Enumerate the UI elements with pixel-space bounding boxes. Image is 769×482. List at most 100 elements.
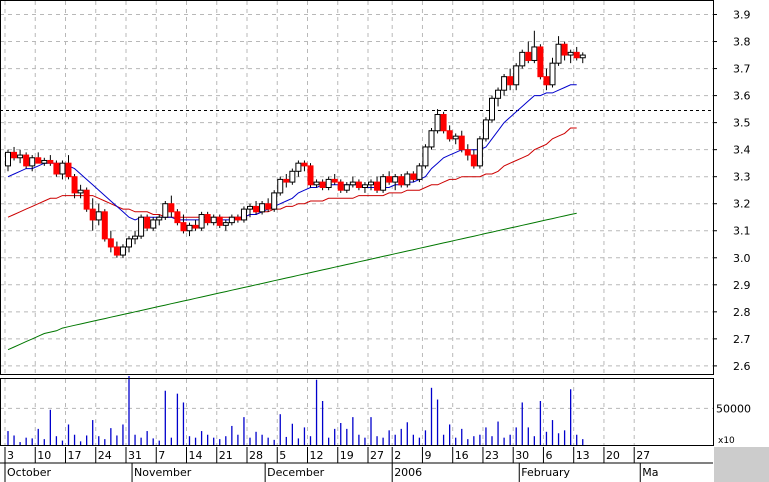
- candle: [162, 201, 169, 220]
- volume-multiplier-label: x10: [718, 436, 735, 446]
- date-tick-label: 16: [455, 449, 469, 462]
- date-tick-label: 31: [128, 449, 142, 462]
- candle-body: [561, 43, 568, 56]
- date-tick-label: 7: [158, 449, 165, 462]
- candle: [41, 157, 48, 166]
- candle: [476, 136, 483, 169]
- candle: [374, 176, 381, 193]
- candle-body: [277, 178, 284, 194]
- candle-body: [5, 151, 11, 167]
- candle: [428, 128, 435, 150]
- candle-body: [247, 205, 253, 210]
- candle: [561, 41, 568, 61]
- candle: [216, 214, 223, 229]
- candle-body: [144, 216, 151, 229]
- candle-body: [543, 76, 550, 86]
- price-tick-label: 2.7: [733, 333, 751, 346]
- candle-body: [374, 181, 381, 191]
- candle: [240, 206, 247, 223]
- date-tick-label: 3: [7, 449, 14, 462]
- candle-body: [507, 76, 514, 86]
- candle: [482, 117, 489, 142]
- candle: [253, 201, 260, 215]
- candle-body: [537, 46, 544, 78]
- candle: [47, 155, 54, 166]
- candle: [434, 109, 441, 134]
- candle: [144, 214, 151, 231]
- candle-body: [41, 159, 48, 164]
- candle: [307, 163, 314, 188]
- candle: [470, 149, 477, 169]
- date-tick-label: 20: [606, 449, 620, 462]
- candle-body: [440, 114, 447, 132]
- month-label: December: [267, 466, 325, 479]
- candle-body: [204, 214, 211, 224]
- candle-body: [132, 235, 139, 240]
- candle-body: [434, 114, 441, 132]
- candle-body: [89, 208, 96, 221]
- candle-body: [349, 181, 356, 186]
- candle-body: [11, 151, 18, 159]
- candle: [368, 179, 374, 191]
- date-tick-label: 6: [545, 449, 552, 462]
- candle: [132, 230, 139, 245]
- candle: [126, 236, 132, 253]
- price-tick-label: 3.4: [733, 144, 751, 157]
- candle-body: [392, 176, 399, 183]
- candle-body: [228, 216, 235, 224]
- price-tick-label: 2.8: [733, 306, 751, 319]
- candle-body: [380, 176, 387, 191]
- date-tick-label: 10: [37, 449, 51, 462]
- candle: [452, 133, 459, 145]
- candle-body: [416, 165, 423, 180]
- candle: [343, 182, 350, 193]
- candle-body: [35, 157, 42, 164]
- candle-body: [325, 178, 332, 189]
- candle-body: [65, 162, 72, 178]
- candle-body: [71, 176, 78, 194]
- candle-body: [198, 214, 205, 229]
- price-tick-label: 3.7: [733, 63, 751, 76]
- candle: [319, 179, 326, 191]
- candle-body: [567, 51, 574, 56]
- candle: [23, 152, 30, 169]
- candle-body: [107, 238, 114, 248]
- candle-body: [180, 222, 187, 232]
- candle-body: [501, 76, 508, 91]
- price-tick-label: 3.8: [733, 36, 751, 49]
- candle-body: [47, 159, 54, 164]
- candle: [101, 209, 108, 242]
- candle: [501, 73, 508, 96]
- candle: [277, 176, 284, 196]
- candle: [325, 176, 332, 191]
- candle-body: [368, 181, 374, 186]
- candle-body: [150, 219, 157, 229]
- candle: [17, 149, 24, 164]
- candle: [198, 211, 205, 231]
- date-tick-label: 13: [576, 449, 590, 462]
- candle: [301, 160, 308, 172]
- price-tick-label: 3.1: [733, 225, 751, 238]
- candle-body: [53, 162, 60, 175]
- candle: [410, 171, 417, 183]
- candle-body: [59, 162, 66, 175]
- candle: [107, 230, 114, 253]
- candle: [440, 111, 447, 134]
- candle-body: [216, 216, 223, 226]
- month-label: 2006: [394, 466, 422, 479]
- candle: [168, 195, 175, 218]
- candle: [138, 214, 145, 239]
- candle: [489, 95, 495, 123]
- volume-tick-label: 50000: [716, 402, 751, 415]
- candle: [174, 209, 181, 226]
- date-tick-label: 14: [189, 449, 203, 462]
- candle: [89, 198, 96, 231]
- date-tick-label: 19: [340, 449, 354, 462]
- candle-body: [337, 181, 344, 191]
- candle-body: [119, 246, 126, 256]
- month-label: October: [7, 466, 51, 479]
- candle: [513, 63, 520, 91]
- date-tick-label: 24: [98, 449, 112, 462]
- candle: [416, 163, 423, 183]
- candle-body: [579, 54, 586, 59]
